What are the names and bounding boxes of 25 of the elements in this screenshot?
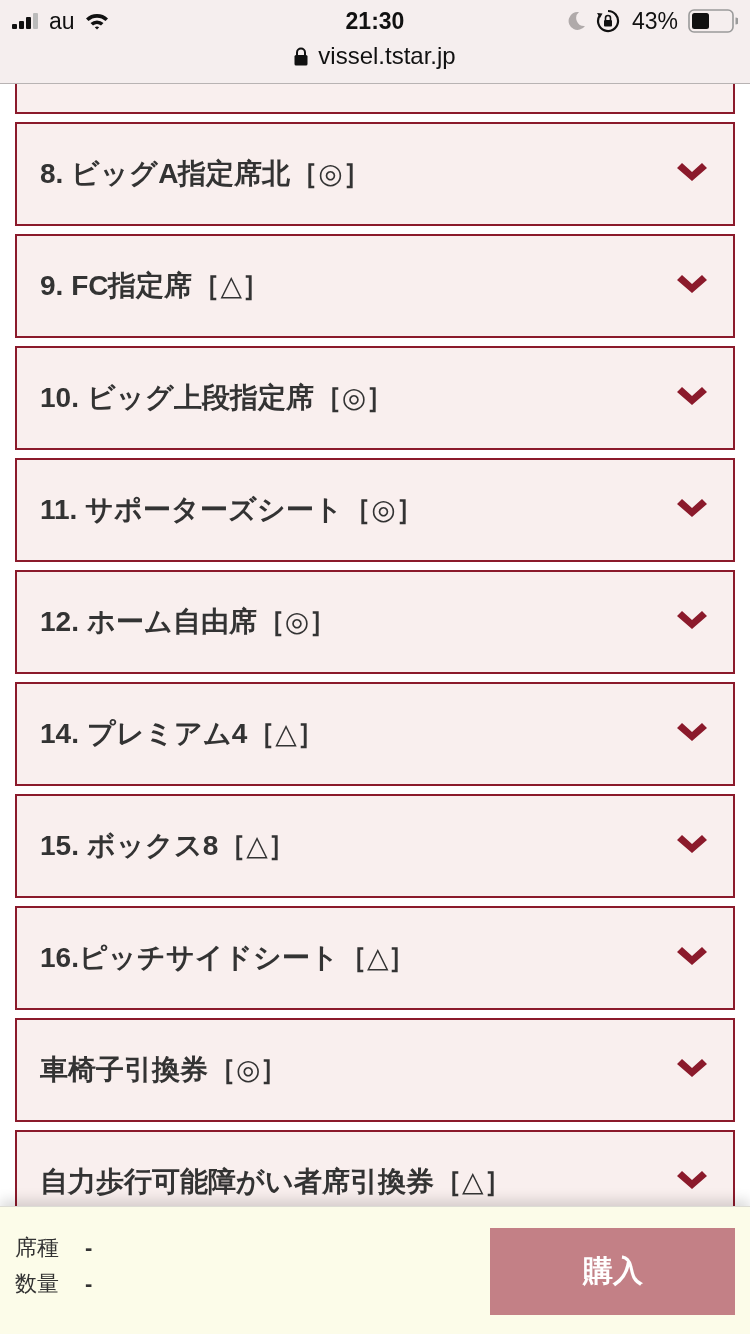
summary-value: - xyxy=(85,1233,93,1262)
seat-section-header[interactable]: 16.ピッチサイドシート［△］ xyxy=(15,906,735,1010)
summary-label: 席種 xyxy=(15,1233,59,1262)
status-time: 21:30 xyxy=(345,8,405,34)
page-url[interactable]: vissel.tstar.jp xyxy=(318,42,456,70)
seat-section-header[interactable]: 12. ホーム自由席［◎］ xyxy=(15,570,735,674)
signal-icon xyxy=(12,13,39,29)
summary-value: - xyxy=(85,1269,93,1298)
seat-section-header[interactable]: 14. プレミアム4［△］ xyxy=(15,682,735,786)
seat-section-header[interactable]: 9. FC指定席［△］ xyxy=(15,234,735,338)
rotation-lock-icon xyxy=(595,9,620,33)
seat-section-header[interactable]: 11. サポーターズシート［◎］ xyxy=(15,458,735,562)
summary-label: 数量 xyxy=(15,1269,59,1298)
moon-icon xyxy=(567,11,586,31)
seat-section-header[interactable]: 自力歩行可能障がい者席引換券［△］ xyxy=(15,1130,735,1206)
wifi-icon xyxy=(84,12,109,30)
lock-icon xyxy=(294,46,309,66)
carrier-name: au xyxy=(49,8,75,34)
accordion-item[interactable] xyxy=(15,84,735,114)
battery-percentage: 43% xyxy=(631,8,678,34)
seat-section-header[interactable]: 8. ビッグA指定席北［◎］ xyxy=(15,122,735,226)
seat-section-header[interactable]: 15. ボックス8［△］ xyxy=(15,794,735,898)
seat-section-header[interactable]: 10. ビッグ上段指定席［◎］ xyxy=(15,346,735,450)
seat-section-header[interactable]: 車椅子引換券［◎］ xyxy=(15,1018,735,1122)
battery-icon xyxy=(688,9,738,33)
